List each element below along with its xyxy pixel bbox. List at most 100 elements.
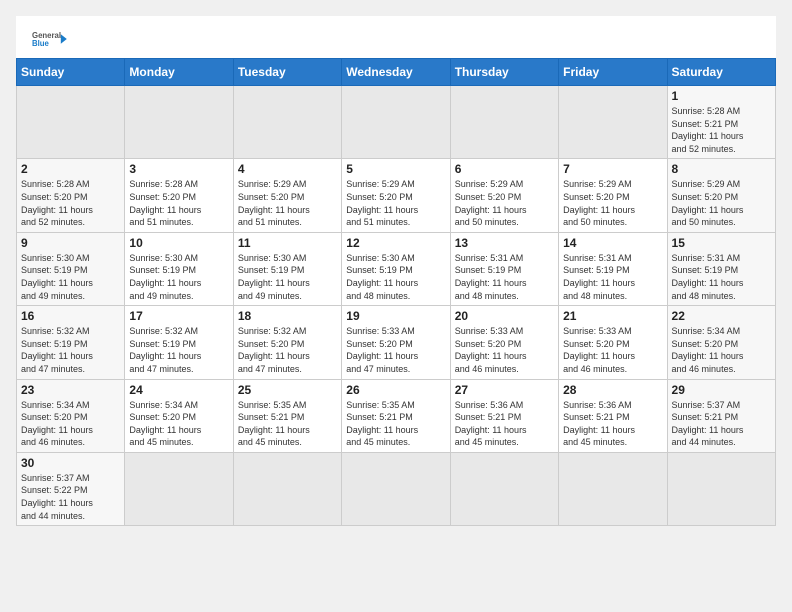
day-info: Sunrise: 5:33 AM Sunset: 5:20 PM Dayligh… bbox=[346, 325, 445, 375]
logo-icon: General Blue bbox=[32, 28, 68, 50]
calendar-cell: 23 Sunrise: 5:34 AM Sunset: 5:20 PM Dayli… bbox=[17, 379, 125, 452]
calendar-cell: 2 Sunrise: 5:28 AM Sunset: 5:20 PM Daylig… bbox=[17, 159, 125, 232]
day-number: 25 bbox=[238, 383, 337, 397]
calendar-cell: 16Sunrise: 5:32 AM Sunset: 5:19 PM Dayli… bbox=[17, 306, 125, 379]
weekday-tuesday: Tuesday bbox=[233, 59, 341, 86]
day-number: 5 bbox=[346, 162, 445, 176]
day-info: Sunrise: 5:34 AM Sunset: 5:20 PM Dayligh… bbox=[21, 399, 120, 449]
svg-text:General: General bbox=[32, 31, 61, 40]
day-number: 16 bbox=[21, 309, 120, 323]
day-info: Sunrise: 5:33 AM Sunset: 5:20 PM Dayligh… bbox=[455, 325, 554, 375]
day-number: 30 bbox=[21, 456, 120, 470]
week-row-1: 2 Sunrise: 5:28 AM Sunset: 5:20 PM Daylig… bbox=[17, 159, 776, 232]
calendar-cell: 20 Sunrise: 5:33 AM Sunset: 5:20 PM Dayli… bbox=[450, 306, 558, 379]
weekday-monday: Monday bbox=[125, 59, 233, 86]
day-number: 9 bbox=[21, 236, 120, 250]
calendar-cell: 6 Sunrise: 5:29 AM Sunset: 5:20 PM Daylig… bbox=[450, 159, 558, 232]
day-info: Sunrise: 5:33 AM Sunset: 5:20 PM Dayligh… bbox=[563, 325, 662, 375]
day-info: Sunrise: 5:30 AM Sunset: 5:19 PM Dayligh… bbox=[21, 252, 120, 302]
svg-text:Blue: Blue bbox=[32, 39, 50, 48]
day-info: Sunrise: 5:37 AM Sunset: 5:21 PM Dayligh… bbox=[672, 399, 771, 449]
week-row-2: 9 Sunrise: 5:30 AM Sunset: 5:19 PM Daylig… bbox=[17, 232, 776, 305]
day-number: 22 bbox=[672, 309, 771, 323]
day-info: Sunrise: 5:31 AM Sunset: 5:19 PM Dayligh… bbox=[455, 252, 554, 302]
day-number: 23 bbox=[21, 383, 120, 397]
calendar-cell: 14 Sunrise: 5:31 AM Sunset: 5:19 PM Dayli… bbox=[559, 232, 667, 305]
day-number: 1 bbox=[672, 89, 771, 103]
day-number: 27 bbox=[455, 383, 554, 397]
day-info: Sunrise: 5:31 AM Sunset: 5:19 PM Dayligh… bbox=[672, 252, 771, 302]
day-number: 19 bbox=[346, 309, 445, 323]
day-number: 18 bbox=[238, 309, 337, 323]
day-number: 29 bbox=[672, 383, 771, 397]
calendar-cell: 18 Sunrise: 5:32 AM Sunset: 5:20 PM Dayli… bbox=[233, 306, 341, 379]
day-number: 4 bbox=[238, 162, 337, 176]
day-info: Sunrise: 5:28 AM Sunset: 5:20 PM Dayligh… bbox=[21, 178, 120, 228]
day-number: 3 bbox=[129, 162, 228, 176]
calendar-cell: 3 Sunrise: 5:28 AM Sunset: 5:20 PM Daylig… bbox=[125, 159, 233, 232]
day-info: Sunrise: 5:29 AM Sunset: 5:20 PM Dayligh… bbox=[563, 178, 662, 228]
calendar-cell: 29 Sunrise: 5:37 AM Sunset: 5:21 PM Dayli… bbox=[667, 379, 775, 452]
day-number: 12 bbox=[346, 236, 445, 250]
calendar-cell: 12 Sunrise: 5:30 AM Sunset: 5:19 PM Dayli… bbox=[342, 232, 450, 305]
day-number: 6 bbox=[455, 162, 554, 176]
day-info: Sunrise: 5:28 AM Sunset: 5:20 PM Dayligh… bbox=[129, 178, 228, 228]
day-number: 17 bbox=[129, 309, 228, 323]
day-number: 14 bbox=[563, 236, 662, 250]
week-row-5: 30Sunrise: 5:37 AM Sunset: 5:22 PM Dayli… bbox=[17, 452, 776, 525]
calendar-cell: 25 Sunrise: 5:35 AM Sunset: 5:21 PM Dayli… bbox=[233, 379, 341, 452]
day-number: 20 bbox=[455, 309, 554, 323]
calendar-cell: 19 Sunrise: 5:33 AM Sunset: 5:20 PM Dayli… bbox=[342, 306, 450, 379]
calendar-cell: 11 Sunrise: 5:30 AM Sunset: 5:19 PM Dayli… bbox=[233, 232, 341, 305]
day-info: Sunrise: 5:29 AM Sunset: 5:20 PM Dayligh… bbox=[455, 178, 554, 228]
calendar-cell: 1Sunrise: 5:28 AM Sunset: 5:21 PM Daylig… bbox=[667, 86, 775, 159]
calendar-cell: 9 Sunrise: 5:30 AM Sunset: 5:19 PM Daylig… bbox=[17, 232, 125, 305]
calendar-cell bbox=[342, 86, 450, 159]
weekday-header-row: SundayMondayTuesdayWednesdayThursdayFrid… bbox=[17, 59, 776, 86]
day-number: 15 bbox=[672, 236, 771, 250]
day-info: Sunrise: 5:34 AM Sunset: 5:20 PM Dayligh… bbox=[129, 399, 228, 449]
weekday-saturday: Saturday bbox=[667, 59, 775, 86]
day-info: Sunrise: 5:35 AM Sunset: 5:21 PM Dayligh… bbox=[346, 399, 445, 449]
calendar-page: General Blue SundayMondayTuesdayWednesda… bbox=[16, 16, 776, 526]
calendar-cell: 7Sunrise: 5:29 AM Sunset: 5:20 PM Daylig… bbox=[559, 159, 667, 232]
day-number: 28 bbox=[563, 383, 662, 397]
day-info: Sunrise: 5:32 AM Sunset: 5:20 PM Dayligh… bbox=[238, 325, 337, 375]
day-number: 2 bbox=[21, 162, 120, 176]
day-number: 11 bbox=[238, 236, 337, 250]
day-number: 13 bbox=[455, 236, 554, 250]
calendar-cell: 10Sunrise: 5:30 AM Sunset: 5:19 PM Dayli… bbox=[125, 232, 233, 305]
calendar-cell bbox=[17, 86, 125, 159]
calendar-cell bbox=[450, 86, 558, 159]
day-info: Sunrise: 5:32 AM Sunset: 5:19 PM Dayligh… bbox=[129, 325, 228, 375]
day-info: Sunrise: 5:35 AM Sunset: 5:21 PM Dayligh… bbox=[238, 399, 337, 449]
logo: General Blue bbox=[32, 28, 68, 50]
calendar-cell: 27Sunrise: 5:36 AM Sunset: 5:21 PM Dayli… bbox=[450, 379, 558, 452]
day-info: Sunrise: 5:30 AM Sunset: 5:19 PM Dayligh… bbox=[346, 252, 445, 302]
day-info: Sunrise: 5:29 AM Sunset: 5:20 PM Dayligh… bbox=[346, 178, 445, 228]
day-number: 24 bbox=[129, 383, 228, 397]
weekday-thursday: Thursday bbox=[450, 59, 558, 86]
calendar-cell: 17 Sunrise: 5:32 AM Sunset: 5:19 PM Dayli… bbox=[125, 306, 233, 379]
day-info: Sunrise: 5:34 AM Sunset: 5:20 PM Dayligh… bbox=[672, 325, 771, 375]
calendar-cell bbox=[559, 452, 667, 525]
calendar-cell: 5 Sunrise: 5:29 AM Sunset: 5:20 PM Daylig… bbox=[342, 159, 450, 232]
calendar-cell bbox=[559, 86, 667, 159]
calendar-cell: 21Sunrise: 5:33 AM Sunset: 5:20 PM Dayli… bbox=[559, 306, 667, 379]
calendar-cell: 22 Sunrise: 5:34 AM Sunset: 5:20 PM Dayli… bbox=[667, 306, 775, 379]
calendar-table: SundayMondayTuesdayWednesdayThursdayFrid… bbox=[16, 58, 776, 526]
calendar-cell bbox=[342, 452, 450, 525]
weekday-sunday: Sunday bbox=[17, 59, 125, 86]
week-row-3: 16 Sunrise: 5:32 AM Sunset: 5:19 PM Dayli… bbox=[17, 306, 776, 379]
day-info: Sunrise: 5:31 AM Sunset: 5:19 PM Dayligh… bbox=[563, 252, 662, 302]
calendar-cell bbox=[450, 452, 558, 525]
day-info: Sunrise: 5:30 AM Sunset: 5:19 PM Dayligh… bbox=[238, 252, 337, 302]
week-row-0: 1Sunrise: 5:28 AM Sunset: 5:21 PM Daylig… bbox=[17, 86, 776, 159]
calendar-cell: 13 Sunrise: 5:31 AM Sunset: 5:19 PM Dayli… bbox=[450, 232, 558, 305]
weekday-friday: Friday bbox=[559, 59, 667, 86]
day-number: 26 bbox=[346, 383, 445, 397]
calendar-cell: 26 Sunrise: 5:35 AM Sunset: 5:21 PM Dayli… bbox=[342, 379, 450, 452]
calendar-cell: 30Sunrise: 5:37 AM Sunset: 5:22 PM Dayli… bbox=[17, 452, 125, 525]
page-header: General Blue bbox=[16, 16, 776, 58]
day-number: 10 bbox=[129, 236, 228, 250]
